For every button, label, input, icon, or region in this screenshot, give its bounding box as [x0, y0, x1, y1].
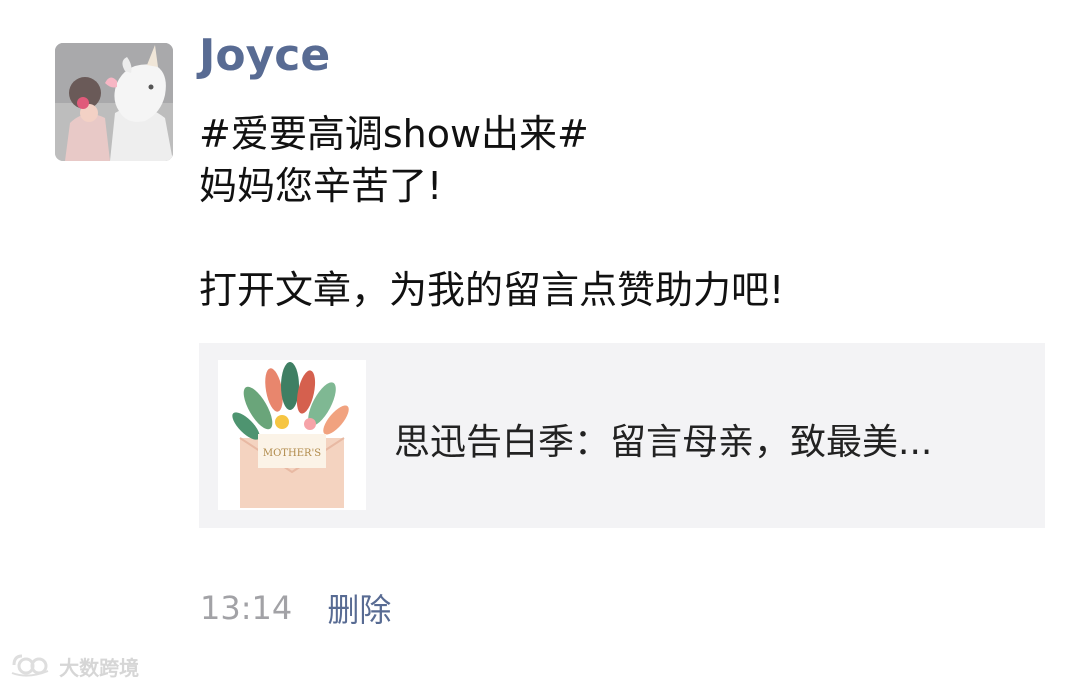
watermark-logo-icon	[8, 653, 52, 681]
author-name[interactable]: Joyce	[199, 30, 330, 81]
article-title[interactable]: 思迅告白季：留言母亲，致最美...	[394, 413, 1034, 465]
post-line-hashtag: #爱要高调show出来#	[199, 112, 589, 156]
unicorn-mask-avatar-icon	[55, 43, 173, 161]
post-line-blank	[199, 212, 1039, 264]
mothers-day-flower-envelope-icon: MOTHER'S	[218, 360, 366, 510]
thumbnail-caption: MOTHER'S	[263, 448, 321, 459]
post-timestamp: 13:14	[200, 589, 293, 627]
watermark: 大数跨境	[8, 652, 139, 686]
shared-article-card[interactable]: MOTHER'S 思迅告白季：留言母亲，致最美...	[199, 343, 1045, 528]
post-meta: 13:14 删除	[200, 585, 391, 629]
post-content: #爱要高调show出来# 妈妈您辛苦了! 打开文章，为我的留言点赞助力吧!	[199, 108, 1039, 316]
avatar[interactable]	[55, 43, 173, 161]
post-line-greeting: 妈妈您辛苦了!	[199, 164, 443, 208]
moments-post: Joyce #爱要高调show出来# 妈妈您辛苦了! 打开文章，为我的留言点赞助…	[0, 0, 1080, 690]
watermark-text: 大数跨境	[59, 656, 140, 680]
delete-link[interactable]: 删除	[327, 585, 391, 631]
post-line-call-to-action: 打开文章，为我的留言点赞助力吧!	[199, 268, 785, 312]
article-thumbnail: MOTHER'S	[218, 360, 366, 510]
